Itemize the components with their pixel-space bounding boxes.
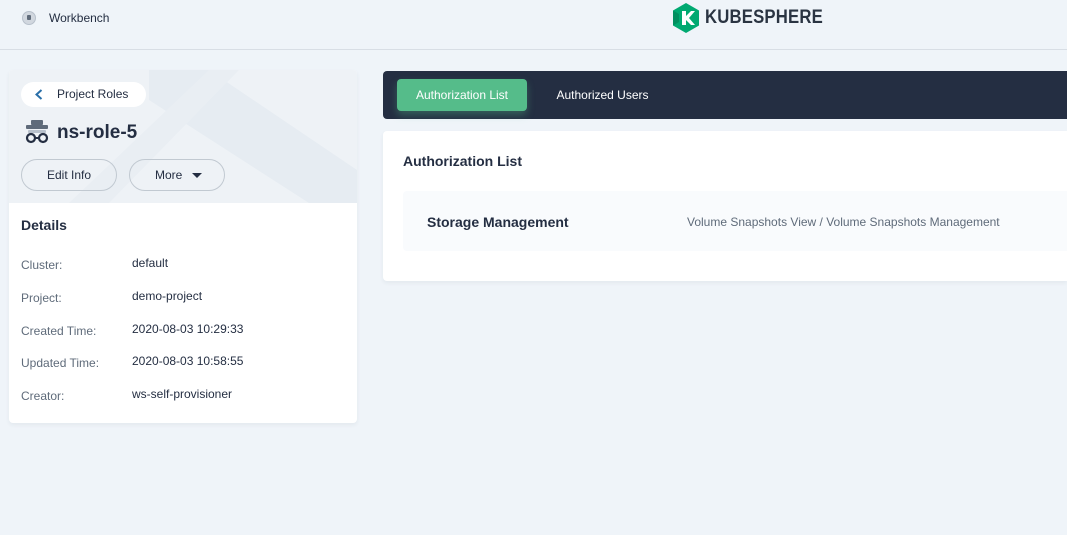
tab-authorization-list[interactable]: Authorization List [397,79,527,111]
details-title: Details [21,217,67,233]
detail-key: Creator: [21,389,65,403]
detail-row-updated-time: Updated Time: 2020-08-03 10:58:55 [9,354,357,374]
detail-value: default [132,256,169,270]
brand-name: KUBESPHERE [705,7,823,28]
detail-key: Updated Time: [21,356,100,370]
caret-down-icon [192,173,202,178]
tab-authorized-users[interactable]: Authorized Users [545,79,660,111]
detail-value: demo-project [132,289,203,303]
role-detail-card: Project Roles ns-role-5 Edit Info More D… [9,70,357,423]
detail-key: Created Time: [21,324,97,338]
detail-row-creator: Creator: ws-self-provisioner [9,387,357,407]
detail-row-created-time: Created Time: 2020-08-03 10:29:33 [9,322,357,342]
kubesphere-logo[interactable]: KUBESPHERE [673,3,839,33]
detail-key: Project: [21,291,62,305]
detail-value: 2020-08-03 10:29:33 [132,322,244,336]
kubesphere-logo-icon [673,3,699,33]
tab-bar: Authorization List Authorized Users [383,71,1067,119]
detail-value: 2020-08-03 10:58:55 [132,354,244,368]
workbench-link[interactable]: Workbench [49,11,109,25]
edit-info-button[interactable]: Edit Info [21,159,117,191]
detail-key: Cluster: [21,258,63,272]
workbench-icon[interactable] [22,11,36,25]
top-bar: Workbench KUBESPHERE [0,0,1067,50]
back-to-project-roles[interactable]: Project Roles [21,82,147,107]
back-label: Project Roles [57,87,129,101]
role-icon [25,120,49,144]
list-item: Storage Management Volume Snapshots View… [403,191,1067,251]
detail-row-project: Project: demo-project [9,289,357,309]
authorization-list-card: Authorization List Storage Management Vo… [383,131,1067,281]
more-button[interactable]: More [129,159,225,191]
permission-list: Volume Snapshots View / Volume Snapshots… [687,215,1000,229]
detail-row-cluster: Cluster: default [9,256,357,276]
role-header: Project Roles ns-role-5 Edit Info More [9,70,357,203]
permission-group-name: Storage Management [427,214,569,230]
chevron-left-icon [35,89,43,100]
role-name: ns-role-5 [57,122,138,143]
more-label: More [155,168,183,182]
detail-value: ws-self-provisioner [132,387,233,401]
list-title: Authorization List [403,153,522,169]
